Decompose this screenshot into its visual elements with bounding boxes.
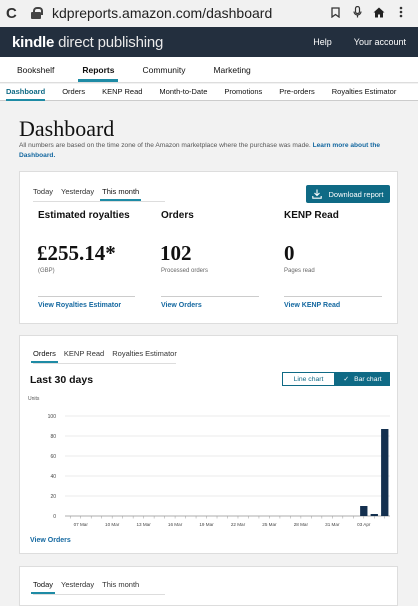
browser-bar: C kdpreports.amazon.com/dashboard [0,0,418,26]
download-icon [312,189,323,199]
view-orders-link[interactable]: View Orders [161,302,202,309]
orders-bar-chart: Units 0 20 40 60 80 100 07 Mar 10 Mar 13 Mar 16 Ma… [28,396,390,527]
download-report-button[interactable]: Download report [306,185,390,203]
subnav-dashboard[interactable]: Dashboard [6,84,46,101]
chart-card: Orders KENP Read Royalties Estimator Las… [19,335,398,554]
y-tick-label: 80 [50,434,56,440]
orders-sub: Processed orders [161,268,209,274]
y-axis-label: Units [28,396,40,402]
nav-bookshelf[interactable]: Bookshelf [17,57,54,82]
subnav-month-to-date[interactable]: Month-to-Date [159,84,207,100]
royalties-currency: (GBP) [38,268,55,274]
tab-orders[interactable]: Orders [31,349,58,363]
your-account-link[interactable]: Your account [354,37,406,47]
view-kenp-read-link[interactable]: View KENP Read [284,302,340,309]
x-tick-label: 07 Mar [74,522,89,527]
x-tick-label: 25 Mar [262,522,277,527]
view-royalties-estimator-link[interactable]: View Royalties Estimator [38,302,121,309]
x-tick-label: 16 Mar [168,522,183,527]
orders-value: 102 [160,241,192,265]
bar [360,506,368,516]
x-tick-label: 22 Mar [231,522,246,527]
subnav-pre-orders[interactable]: Pre-orders [279,84,314,100]
subnav-orders[interactable]: Orders [62,84,85,100]
kenp-sub: Pages read [284,268,315,274]
period-tabs: Today Yesterday This month [33,187,165,201]
reload-icon[interactable]: C [6,5,22,22]
bookmark-icon[interactable] [324,6,346,21]
timezone-note: All numbers are based on the time zone o… [19,142,381,159]
chart-type-toggle: Line chart ✓ Bar chart [282,372,390,386]
orders-label: Orders [161,210,194,221]
reports-subnav: Dashboard Orders KENP Read Month-to-Date… [0,84,418,101]
subnav-kenp-read[interactable]: KENP Read [102,84,142,100]
tab-this-month[interactable]: This month [100,187,142,201]
bottom-tab-this-month[interactable]: This month [102,580,139,594]
bar-chart-button[interactable]: ✓ Bar chart [335,372,390,386]
chart-view-orders-link[interactable]: View Orders [30,537,71,544]
summary-card: Today Yesterday This month Download repo… [19,171,398,324]
bar [381,429,389,516]
bottom-tab-yesterday[interactable]: Yesterday [61,580,94,594]
kenp-label: KENP Read [284,210,339,221]
kdp-header: kindle direct publishing Help Your accou… [0,27,418,57]
y-tick-label: 40 [50,474,56,480]
tab-today[interactable]: Today [33,187,53,201]
chart-tabs: Orders KENP Read Royalties Estimator [31,349,177,363]
y-tick-label: 0 [53,514,56,520]
chart-title: Last 30 days [30,374,94,386]
royalties-value: £255.14* [37,241,116,265]
subnav-royalties-estimator[interactable]: Royalties Estimator [332,84,397,100]
tab-royalties-estimator[interactable]: Royalties Estimator [112,349,177,363]
url-field[interactable]: kdpreports.amazon.com/dashboard [52,5,324,21]
home-icon[interactable] [368,6,390,21]
bar [370,514,378,516]
x-tick-label: 10 Mar [105,522,120,527]
kdp-logo[interactable]: kindle direct publishing [12,34,163,51]
help-link[interactable]: Help [313,37,332,47]
subnav-promotions[interactable]: Promotions [224,84,262,100]
x-tick-label: 03 Apr [357,522,371,527]
x-tick-label: 28 Mar [294,522,309,527]
nav-reports[interactable]: Reports [78,57,119,82]
tab-yesterday[interactable]: Yesterday [61,187,94,201]
menu-dots-icon[interactable] [390,6,412,21]
y-tick-label: 20 [50,494,56,500]
main-nav: Bookshelf Reports Community Marketing [0,57,418,83]
nav-community[interactable]: Community [142,57,185,82]
y-tick-label: 60 [50,454,56,460]
check-icon: ✓ [343,376,350,383]
x-tick-label: 13 Mar [136,522,151,527]
bottom-card: Today Yesterday This month [19,566,398,606]
kenp-value: 0 [284,241,295,265]
bottom-tab-today[interactable]: Today [30,580,56,594]
tab-kenp-read[interactable]: KENP Read [64,349,104,363]
page-title: Dashboard [19,116,115,141]
microphone-icon[interactable] [346,5,368,21]
x-tick-label: 19 Mar [199,522,214,527]
line-chart-button[interactable]: Line chart [282,372,335,386]
y-tick-label: 100 [48,414,57,420]
nav-marketing[interactable]: Marketing [213,57,250,82]
lock-icon [30,7,44,19]
royalties-label: Estimated royalties [38,210,130,221]
x-tick-label: 31 Mar [325,522,340,527]
